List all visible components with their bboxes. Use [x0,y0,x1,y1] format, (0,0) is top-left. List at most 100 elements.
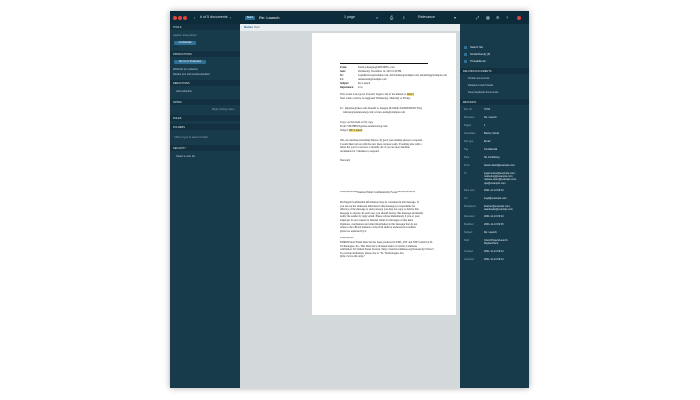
body-paragraph-2: OK, our database (including Moore, P) go… [340,139,423,153]
metadata-value: 2001-11-13 09:14 [484,249,504,253]
security-user-list[interactable]: Select a user list [176,155,195,158]
back-icon[interactable]: ‹ [194,11,195,24]
right-tab-item[interactable]: Thread/Email [470,60,485,63]
metadata-key: To [464,172,467,175]
batch-button[interactable]: Batch [245,15,255,20]
tab-text[interactable]: Text [254,24,260,31]
email-header-value: Wednesday, November 14, 2001 9:18 PM [358,70,402,73]
confidential-tag-chip[interactable]: Confidential [174,41,196,45]
email-header-key: Sent: [340,70,346,73]
header-rule [340,63,428,64]
search-hit-highlight: David [406,93,414,96]
tab-native[interactable]: Native [244,24,253,31]
metadata-value: 1 [484,124,486,127]
redaction-note-2: Redact text with autolocate/field [173,73,210,76]
document-icon [464,60,467,63]
metadata-value: Baxter, David [484,132,499,135]
page-count: 1 page [344,15,355,19]
document-icon [464,46,467,49]
tools-header[interactable]: TOOLS [170,24,240,30]
redaction-note-1: Withhold (no redacts) [173,68,198,71]
related-document-item[interactable]: Related email threads [468,84,493,87]
metadata-key: CC [464,196,468,200]
metadata-value: Confidential [484,148,498,151]
metadata-value: Re: Launch [484,116,497,119]
license-text: EDRM Enron Email Data Set has been produ… [340,241,435,259]
metadata-value: 2001-11-13 09:15 [484,223,504,227]
metadata-value: legal-review@example.com; marketing@exam… [484,172,517,185]
copy-line-3: Subject: RE: Launch [340,129,363,132]
notes-header[interactable]: NOTES [170,99,240,105]
metadata-value: 2001-11-13 09:14 [484,215,504,219]
next-icon[interactable]: › [230,11,231,24]
right-tab-item[interactable]: Similar/Family (5) [470,53,490,56]
metadata-key: Pages [464,124,472,127]
metadata-value: 2001-11-13 09:14 [484,188,504,192]
zoom-icon[interactable]: ⌕ [376,11,378,24]
right-tab-item[interactable]: Search hits [470,46,483,49]
review-app-window: ‹ # of 5 documents › Batch Re: Launch 1 … [170,11,529,388]
expand-icon[interactable]: ⤢ [476,11,479,24]
to-line-2: kbaxter@sandersonwg.com; review-team@exa… [340,111,405,114]
metadata-value: 7C64 [484,108,490,111]
related-document-item[interactable]: Similar documents [468,77,489,80]
email-header-key: Importance: [340,86,354,89]
metadata-value: 2001-11-13 09:14 [484,257,504,261]
metadata-key: Created [464,249,473,253]
notification-icon[interactable] [517,15,521,20]
metadata-header[interactable]: METADATA [460,99,529,105]
productions-header[interactable]: PRODUCTIONS [170,51,240,57]
email-header-value: LegalReview@example.com; david.baxter@ex… [358,74,447,77]
relevance-dropdown[interactable]: Relevance [418,11,435,24]
folders-header[interactable]: FOLDERS [170,124,240,130]
email-header-key: From: [340,66,348,69]
email-header-key: Subject: [340,82,350,85]
document-icon [464,53,467,56]
confidentiality-footer: Privileged/Confidential Information may … [340,201,423,233]
metadata-value: legal@example.com [484,196,507,200]
production-chip[interactable]: Not Yet in Production [174,60,206,64]
settings-icon[interactable]: ⚙ [496,11,500,24]
red-app-icon-2 [178,15,182,20]
metadata-key: Recipients [464,204,476,208]
grid-icon[interactable]: ▦ [486,11,490,24]
metadata-key: Imported [464,257,474,261]
metadata-key: File type [464,140,474,143]
email-header-value: Re: Launch [358,82,371,85]
metadata-value: Re: Launch [484,231,497,235]
folder-select-input[interactable]: Click or type to select a folder [174,136,208,139]
document-viewer: From: Kevin.p.Keegan@ABCDEFG.com Sent: Wedn… [240,31,460,388]
email-header-value: Low [358,86,363,89]
metadata-value: No Conflicting [484,156,500,159]
right-panel: Search hits Similar/Family (5) Thread/Emai… [460,24,529,388]
footer-title: *************Internet Email Confidential… [340,191,416,194]
metadata-value: Inbox/Project/Launch Replies/Sent [484,239,508,246]
document-title: Re: Launch [259,15,280,20]
rules-header[interactable]: RULES [170,115,240,121]
chevron-down-icon[interactable]: ▾ [454,11,456,24]
add-redaction-item[interactable]: Add redaction [176,90,192,93]
metadata-value: kbaxter@example.com; teamleads@example.c… [484,204,513,211]
body-paragraph-1-line-2: Next week a review is suggested Wednesda… [340,97,411,100]
viewer-tabs: Native Text [240,24,460,31]
scope-label[interactable]: Applies: Everywhere [173,34,197,37]
print-icon[interactable]: ⎙ [390,11,393,24]
related-document-item[interactable]: Near-duplicate documents [468,91,498,94]
top-bar: ‹ # of 5 documents › Batch Re: Launch 1 … [170,11,529,24]
help-icon[interactable]: ? [506,11,508,24]
email-header-value: Kevin.p.Keegan@ABCDEFG.com [358,66,395,69]
metadata-key: Path [464,239,470,243]
metadata-key: From [464,164,470,167]
red-app-icon [173,15,177,20]
metadata-key: Date sent [464,188,475,192]
related-documents-header[interactable]: RELATED DOCUMENTS [460,68,529,74]
signature: Sincerely [340,159,351,162]
subject-highlight: RE: Launch [349,129,363,132]
redactions-header[interactable]: REDACTIONS [170,80,240,86]
notes-input[interactable]: Begin writing notes... [212,108,236,111]
metadata-key: Doc ID [464,108,472,111]
left-panel: TOOLS Applies: Everywhere Confidential P… [170,24,240,388]
filter-label[interactable]: # of 5 documents [200,11,228,24]
security-header[interactable]: SECURITY [170,145,240,151]
download-icon[interactable]: ⇩ [402,11,405,24]
